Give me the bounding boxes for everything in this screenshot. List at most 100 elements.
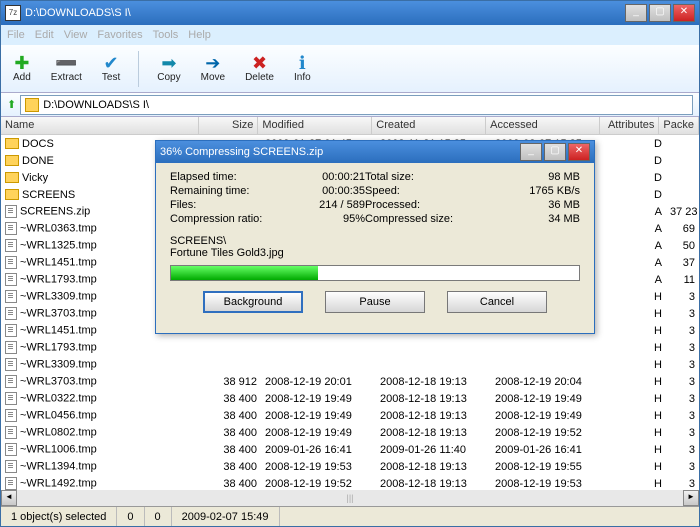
val-speed: 1765 KB/s [485,185,580,197]
val-processed: 36 MB [485,199,580,211]
menu-help[interactable]: Help [188,29,211,41]
menu-file[interactable]: File [7,29,25,41]
scroll-right-icon[interactable]: ► [683,490,699,506]
folder-icon [5,138,19,149]
move-button[interactable]: ➔Move [195,52,231,85]
lbl-files: Files: [170,199,285,211]
delete-button[interactable]: ✖Delete [239,52,280,85]
col-created[interactable]: Created [372,117,486,134]
val-elapsed: 00:00:21 [285,171,365,183]
extract-button[interactable]: ➖Extract [45,52,88,85]
file-icon [5,426,17,439]
menu-tools[interactable]: Tools [153,29,179,41]
add-button[interactable]: ✚Add [7,52,37,85]
path-text: D:\DOWNLOADS\S I\ [43,99,149,111]
test-button[interactable]: ✔Test [96,52,126,85]
info-button[interactable]: ℹInfo [288,52,317,85]
file-icon [5,273,17,286]
file-icon [5,239,17,252]
plus-icon: ✚ [14,54,29,72]
file-icon [5,443,17,456]
table-row[interactable]: ~WRL3309.tmpH3 [1,356,699,373]
table-row[interactable]: ~WRL0322.tmp38 4002008-12-19 19:492008-1… [1,390,699,407]
val-remaining: 00:00:35 [285,185,365,197]
pathbar: ⬆ D:\DOWNLOADS\S I\ [1,93,699,117]
move-icon: ➔ [205,54,220,72]
pause-button[interactable]: Pause [325,291,425,313]
status-selection: 1 object(s) selected [1,507,117,526]
statusbar: 1 object(s) selected 0 0 2009-02-07 15:4… [1,506,699,526]
lbl-remaining: Remaining time: [170,185,285,197]
copy-button[interactable]: ➡Copy [151,52,186,85]
file-icon [5,256,17,269]
info-icon: ℹ [299,54,306,72]
file-icon [5,307,17,320]
folder-icon [5,155,19,166]
scrollbar-horizontal[interactable]: ◄ ||| ► [1,490,699,506]
progress-fill [171,266,318,280]
file-icon [5,205,17,218]
current-file: Fortune Tiles Gold3.jpg [170,247,580,259]
table-row[interactable]: ~WRL0456.tmp38 4002008-12-19 19:492008-1… [1,407,699,424]
path-input[interactable]: D:\DOWNLOADS\S I\ [20,95,693,115]
minimize-button[interactable]: _ [625,4,647,22]
dialog-minimize-button[interactable]: _ [520,143,542,161]
scroll-left-icon[interactable]: ◄ [1,490,17,506]
extract-icon: ➖ [55,54,77,72]
file-icon [5,358,17,371]
titlebar: 7z D:\DOWNLOADS\S I\ _ ▢ ✕ [1,1,699,25]
up-icon[interactable]: ⬆ [7,98,16,111]
folder-icon [25,98,39,112]
col-accessed[interactable]: Accessed [486,117,600,134]
maximize-button[interactable]: ▢ [649,4,671,22]
menu-favorites[interactable]: Favorites [97,29,142,41]
lbl-compressed: Compressed size: [365,213,485,225]
close-button[interactable]: ✕ [673,4,695,22]
dialog-close-button[interactable]: ✕ [568,143,590,161]
col-size[interactable]: Size [199,117,258,134]
status-size1: 0 [117,507,144,526]
col-modified[interactable]: Modified [258,117,372,134]
cancel-button[interactable]: Cancel [447,291,547,313]
lbl-processed: Processed: [365,199,485,211]
compress-dialog: 36% Compressing SCREENS.zip _ ▢ ✕ Elapse… [155,140,595,334]
table-row[interactable]: ~WRL0802.tmp38 4002008-12-19 19:492008-1… [1,424,699,441]
dialog-maximize-button[interactable]: ▢ [544,143,566,161]
menu-view[interactable]: View [64,29,88,41]
val-ratio: 95% [285,213,365,225]
file-icon [5,375,17,388]
menu-edit[interactable]: Edit [35,29,54,41]
table-row[interactable]: ~WRL1793.tmpH3 [1,339,699,356]
file-icon [5,324,17,337]
delete-icon: ✖ [252,54,267,72]
file-icon [5,460,17,473]
dialog-titlebar: 36% Compressing SCREENS.zip _ ▢ ✕ [156,141,594,163]
status-date: 2009-02-07 15:49 [172,507,280,526]
val-compressed: 34 MB [485,213,580,225]
lbl-elapsed: Elapsed time: [170,171,285,183]
folder-icon [5,189,19,200]
folder-icon [5,172,19,183]
current-folder: SCREENS\ [170,235,580,247]
window-title: D:\DOWNLOADS\S I\ [25,7,625,19]
status-size2: 0 [145,507,172,526]
col-packed[interactable]: Packe [659,117,699,134]
col-name[interactable]: Name [1,117,199,134]
toolbar-separator [138,51,139,87]
table-row[interactable]: ~WRL3703.tmp38 9122008-12-19 20:012008-1… [1,373,699,390]
listview-header: Name Size Modified Created Accessed Attr… [1,117,699,135]
lbl-speed: Speed: [365,185,485,197]
file-icon [5,341,17,354]
file-icon [5,409,17,422]
toolbar: ✚Add ➖Extract ✔Test ➡Copy ➔Move ✖Delete … [1,45,699,93]
lbl-total: Total size: [365,171,485,183]
file-icon [5,290,17,303]
table-row[interactable]: ~WRL1492.tmp38 4002008-12-19 19:522008-1… [1,475,699,490]
table-row[interactable]: ~WRL1394.tmp38 4002008-12-19 19:532008-1… [1,458,699,475]
background-button[interactable]: Background [203,291,303,313]
dialog-title: 36% Compressing SCREENS.zip [160,146,520,158]
table-row[interactable]: ~WRL1006.tmp38 4002009-01-26 16:412009-0… [1,441,699,458]
val-files: 214 / 589 [285,199,365,211]
col-attributes[interactable]: Attributes [600,117,659,134]
file-icon [5,392,17,405]
